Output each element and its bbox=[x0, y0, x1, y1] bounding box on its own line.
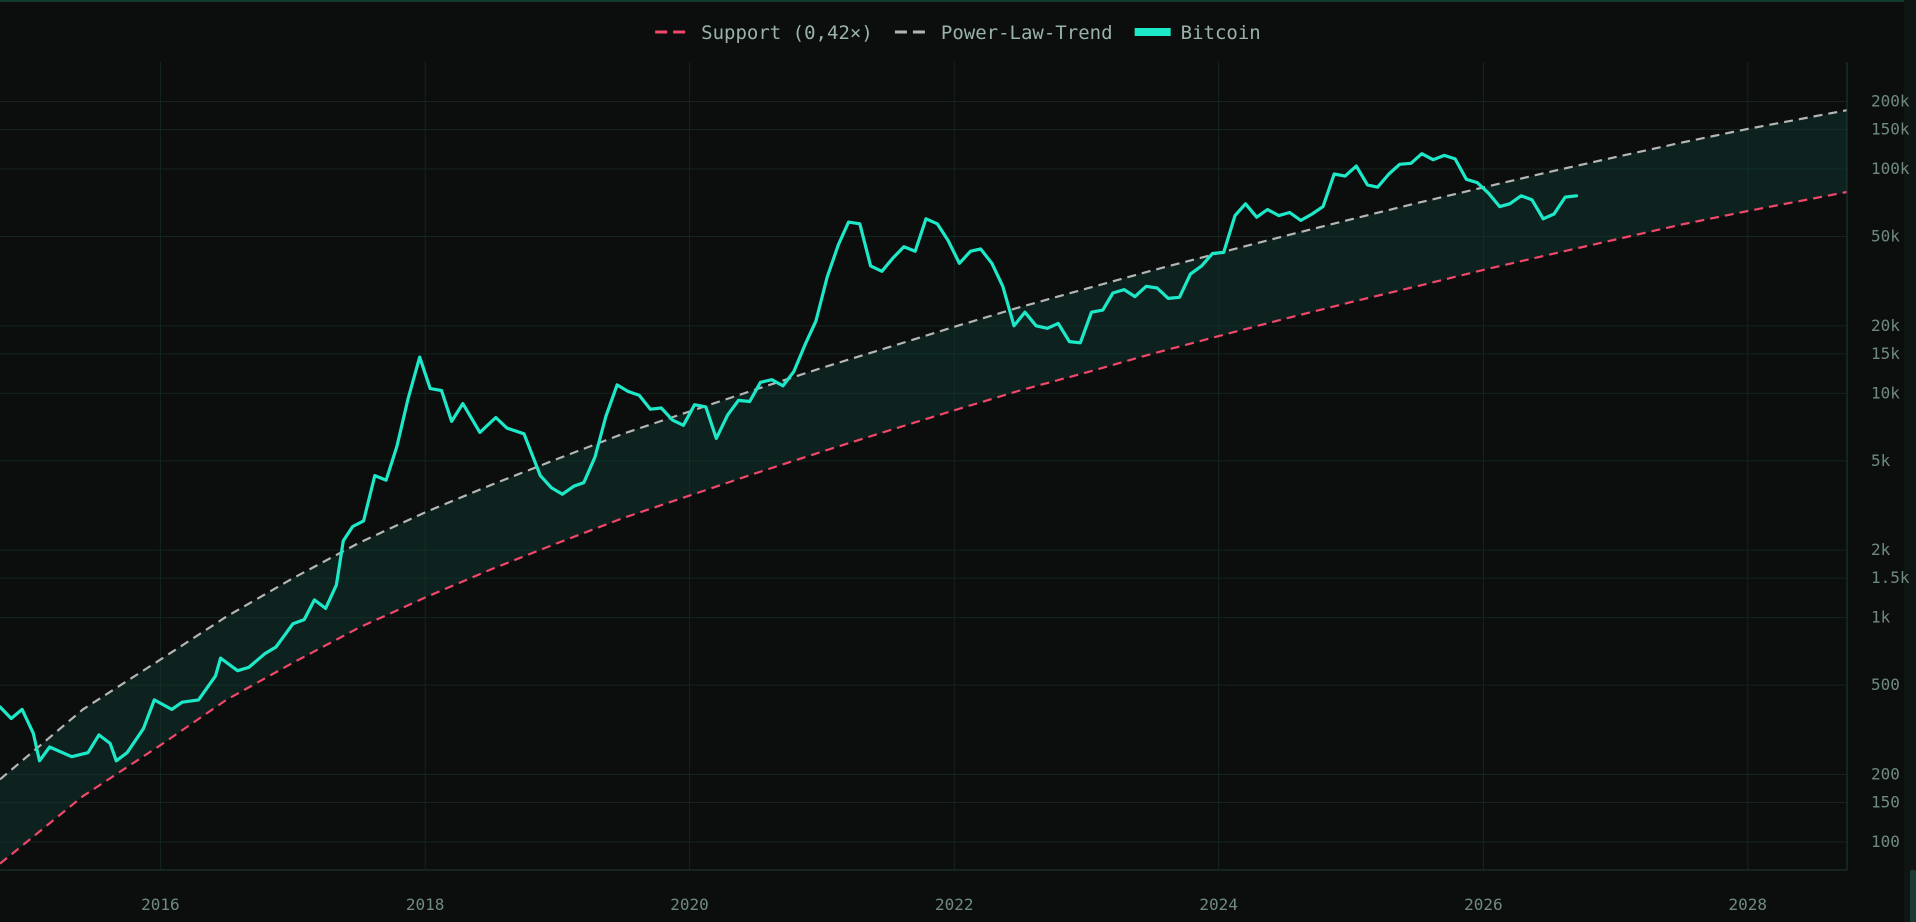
legend-label: Bitcoin bbox=[1181, 22, 1261, 44]
y-tick-label: 200k bbox=[1871, 92, 1910, 111]
legend-item-support[interactable]: Support (0,42×) bbox=[655, 22, 873, 44]
x-tick-label: 2020 bbox=[670, 895, 709, 914]
y-tick-label: 1k bbox=[1871, 608, 1891, 627]
y-tick-label: 1.5k bbox=[1871, 568, 1910, 587]
bitcoin-power-law-chart: 100 150 200 500 1k 1.5k 2k 5k 10k 15k 20k 50k 100k 15… bbox=[0, 22, 1910, 914]
y-tick-label: 2k bbox=[1871, 540, 1891, 559]
legend-item-bitcoin[interactable]: Bitcoin bbox=[1134, 22, 1261, 44]
x-tick-label: 2016 bbox=[141, 895, 180, 914]
chart-root: 100 150 200 500 1k 1.5k 2k 5k 10k 15k 20k 50k 100k 15… bbox=[0, 0, 1916, 922]
y-tick-label: 100k bbox=[1871, 159, 1910, 178]
x-tick-label: 2028 bbox=[1729, 895, 1768, 914]
x-tick-label: 2022 bbox=[935, 895, 974, 914]
y-tick-label: 100 bbox=[1871, 832, 1900, 851]
y-tick-label: 50k bbox=[1871, 227, 1900, 246]
x-tick-label: 2018 bbox=[406, 895, 445, 914]
legend-label: Support (0,42×) bbox=[701, 22, 873, 44]
legend[interactable]: Support (0,42×) Power-Law-Trend Bitcoin bbox=[655, 22, 1261, 44]
y-tick-label: 150k bbox=[1871, 120, 1910, 139]
legend-item-trend[interactable]: Power-Law-Trend bbox=[894, 22, 1113, 44]
y-tick-label: 500 bbox=[1871, 675, 1900, 694]
legend-swatch bbox=[1134, 28, 1171, 36]
y-tick-label: 200 bbox=[1871, 764, 1900, 783]
y-tick-label: 5k bbox=[1871, 451, 1891, 470]
y-tick-label: 20k bbox=[1871, 316, 1900, 335]
legend-label: Power-Law-Trend bbox=[941, 22, 1113, 44]
x-tick-label: 2024 bbox=[1199, 895, 1238, 914]
y-tick-label: 10k bbox=[1871, 383, 1900, 402]
support-series-line bbox=[0, 190, 1848, 865]
y-tick-label: 15k bbox=[1871, 344, 1900, 363]
x-tick-label: 2026 bbox=[1464, 895, 1503, 914]
y-tick-label: 150 bbox=[1871, 792, 1900, 811]
